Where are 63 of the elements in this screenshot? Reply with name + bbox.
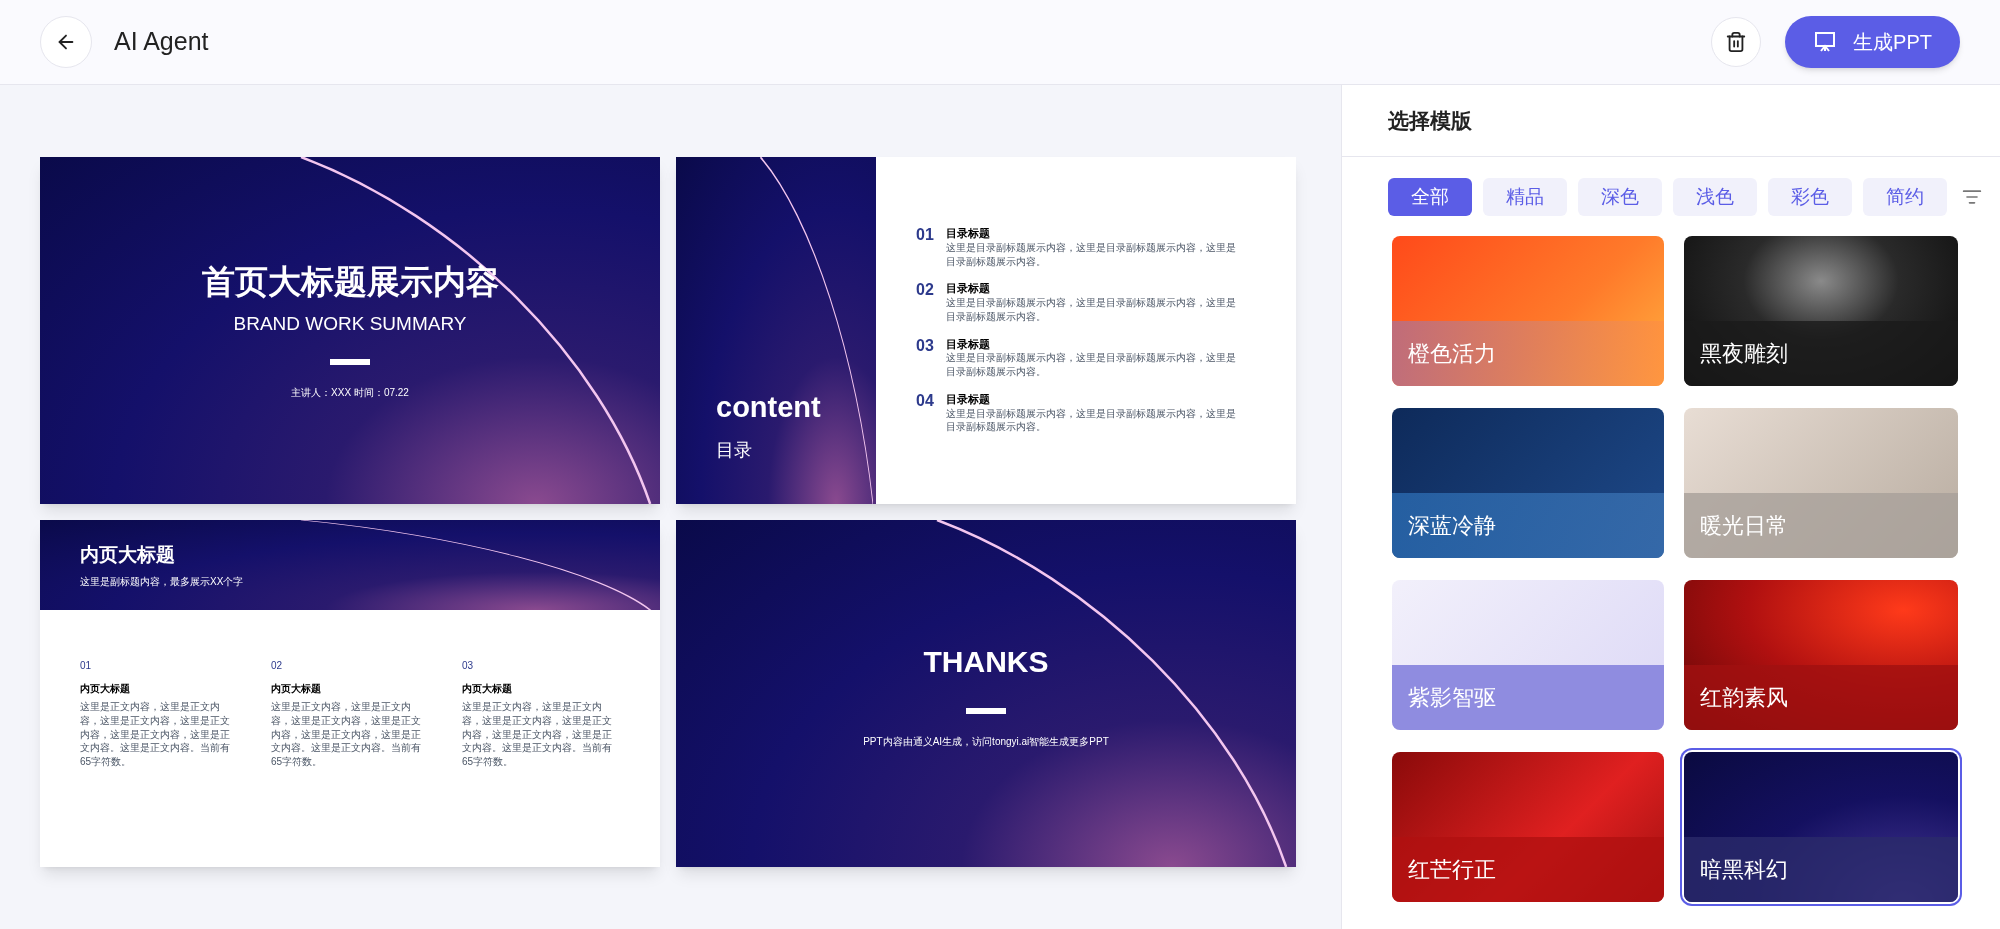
template-card[interactable]: 红韵素风 (1684, 580, 1958, 730)
content-slide[interactable] (40, 520, 660, 867)
item-number: 01 (80, 659, 93, 673)
template-card[interactable]: 深蓝冷静 (1392, 408, 1664, 558)
presentation-icon (1813, 30, 1838, 54)
template-name: 暗黑科幻 (1700, 856, 1788, 884)
item-text: 这里是正文内容，这里是正文内容，这里是正文内容，这里是正文内容，这里是正文内容，这里是正文内容。这里是正文内容。当前有65字符数。 (80, 700, 231, 769)
filter-tab[interactable]: 精品 (1483, 178, 1567, 216)
template-name: 橙色活力 (1408, 340, 1496, 368)
slide-subtitle: 这里是副标题内容，最多展示XX个字 (80, 574, 245, 589)
item-title: 目录标题 (945, 227, 991, 241)
template-card[interactable]: 紫影智驱 (1392, 580, 1664, 730)
filter-tab[interactable]: 简约 (1863, 178, 1947, 216)
item-number: 04 (916, 392, 934, 411)
item-title: 内页大标题 (462, 682, 513, 696)
page-title: AI Agent (114, 26, 209, 58)
list-icon[interactable] (1962, 187, 1982, 207)
template-name: 红芒行正 (1408, 856, 1496, 884)
divider-bar (330, 358, 370, 365)
slide-subtitle: BRAND WORK SUMMARY (233, 312, 467, 337)
presenter-info: 主讲人：XXX 时间：07.22 (291, 385, 409, 400)
item-title: 内页大标题 (271, 682, 322, 696)
slide-subtitle: 目录 (716, 439, 753, 462)
template-card[interactable]: 黑夜雕刻 (1684, 236, 1958, 386)
item-number: 02 (916, 282, 934, 301)
slide-title: content (716, 389, 822, 425)
item-text: 这里是目录副标题展示内容，这里是目录副标题展示内容，这里是目录副标题展示内容。 (945, 240, 1236, 269)
item-number: 01 (916, 227, 934, 245)
template-name: 红韵素风 (1700, 684, 1788, 712)
item-text: 这里是目录副标题展示内容，这里是目录副标题展示内容，这里是目录副标题展示内容。 (945, 406, 1236, 434)
item-title: 目录标题 (945, 337, 991, 352)
divider-bar (966, 707, 1006, 714)
slide-note: PPT内容由通义AI生成，访问tongyi.ai智能生成更多PPT (863, 734, 1109, 749)
item-text: 这里是正文内容，这里是正文内容，这里是正文内容，这里是正文内容，这里是正文内容，这里是正文内容。这里是正文内容。当前有65字符数。 (271, 700, 422, 769)
item-number: 03 (462, 659, 475, 673)
item-title: 目录标题 (945, 392, 991, 407)
template-name: 暖光日常 (1700, 512, 1788, 540)
filter-tab[interactable]: 深色 (1578, 178, 1662, 216)
cover-slide[interactable]: 首页大标题展示内容 BRAND WORK SUMMARY 主讲人：XXX 时间：07.22 (40, 157, 660, 504)
template-name: 紫影智驱 (1408, 684, 1496, 712)
template-name: 深蓝冷静 (1408, 512, 1496, 540)
trash-icon (1725, 31, 1748, 53)
delete-button[interactable] (1711, 17, 1762, 67)
item-number: 02 (271, 659, 284, 673)
slide-title: 首页大标题展示内容 (201, 262, 499, 303)
filter-tab[interactable]: 彩色 (1768, 178, 1852, 216)
filter-tab[interactable]: 浅色 (1673, 178, 1757, 216)
slide-title: THANKS (923, 643, 1049, 680)
item-text: 这里是正文内容，这里是正文内容，这里是正文内容，这里是正文内容，这里是正文内容，这里是正文内容。这里是正文内容。当前有65字符数。 (462, 700, 613, 769)
item-text: 这里是目录副标题展示内容，这里是目录副标题展示内容，这里是目录副标题展示内容。 (945, 351, 1236, 379)
template-card[interactable]: 橙色活力 (1392, 236, 1664, 386)
item-text: 这里是目录副标题展示内容，这里是目录副标题展示内容，这里是目录副标题展示内容。 (945, 296, 1236, 324)
thanks-slide[interactable]: THANKS PPT内容由通义AI生成，访问tongyi.ai智能生成更多PPT (676, 520, 1296, 867)
slide-title: 内页大标题 (80, 543, 176, 568)
item-title: 目录标题 (945, 282, 991, 296)
item-number: 03 (916, 337, 934, 356)
contents-slide[interactable] (676, 157, 1296, 504)
filter-tab[interactable]: 全部 (1388, 178, 1472, 216)
template-name: 黑夜雕刻 (1700, 340, 1788, 368)
template-card[interactable]: 红芒行正 (1392, 752, 1664, 902)
generate-ppt-button[interactable]: 生成PPT (1785, 16, 1960, 68)
item-title: 内页大标题 (80, 682, 131, 696)
panel-title: 选择模版 (1388, 107, 1472, 134)
